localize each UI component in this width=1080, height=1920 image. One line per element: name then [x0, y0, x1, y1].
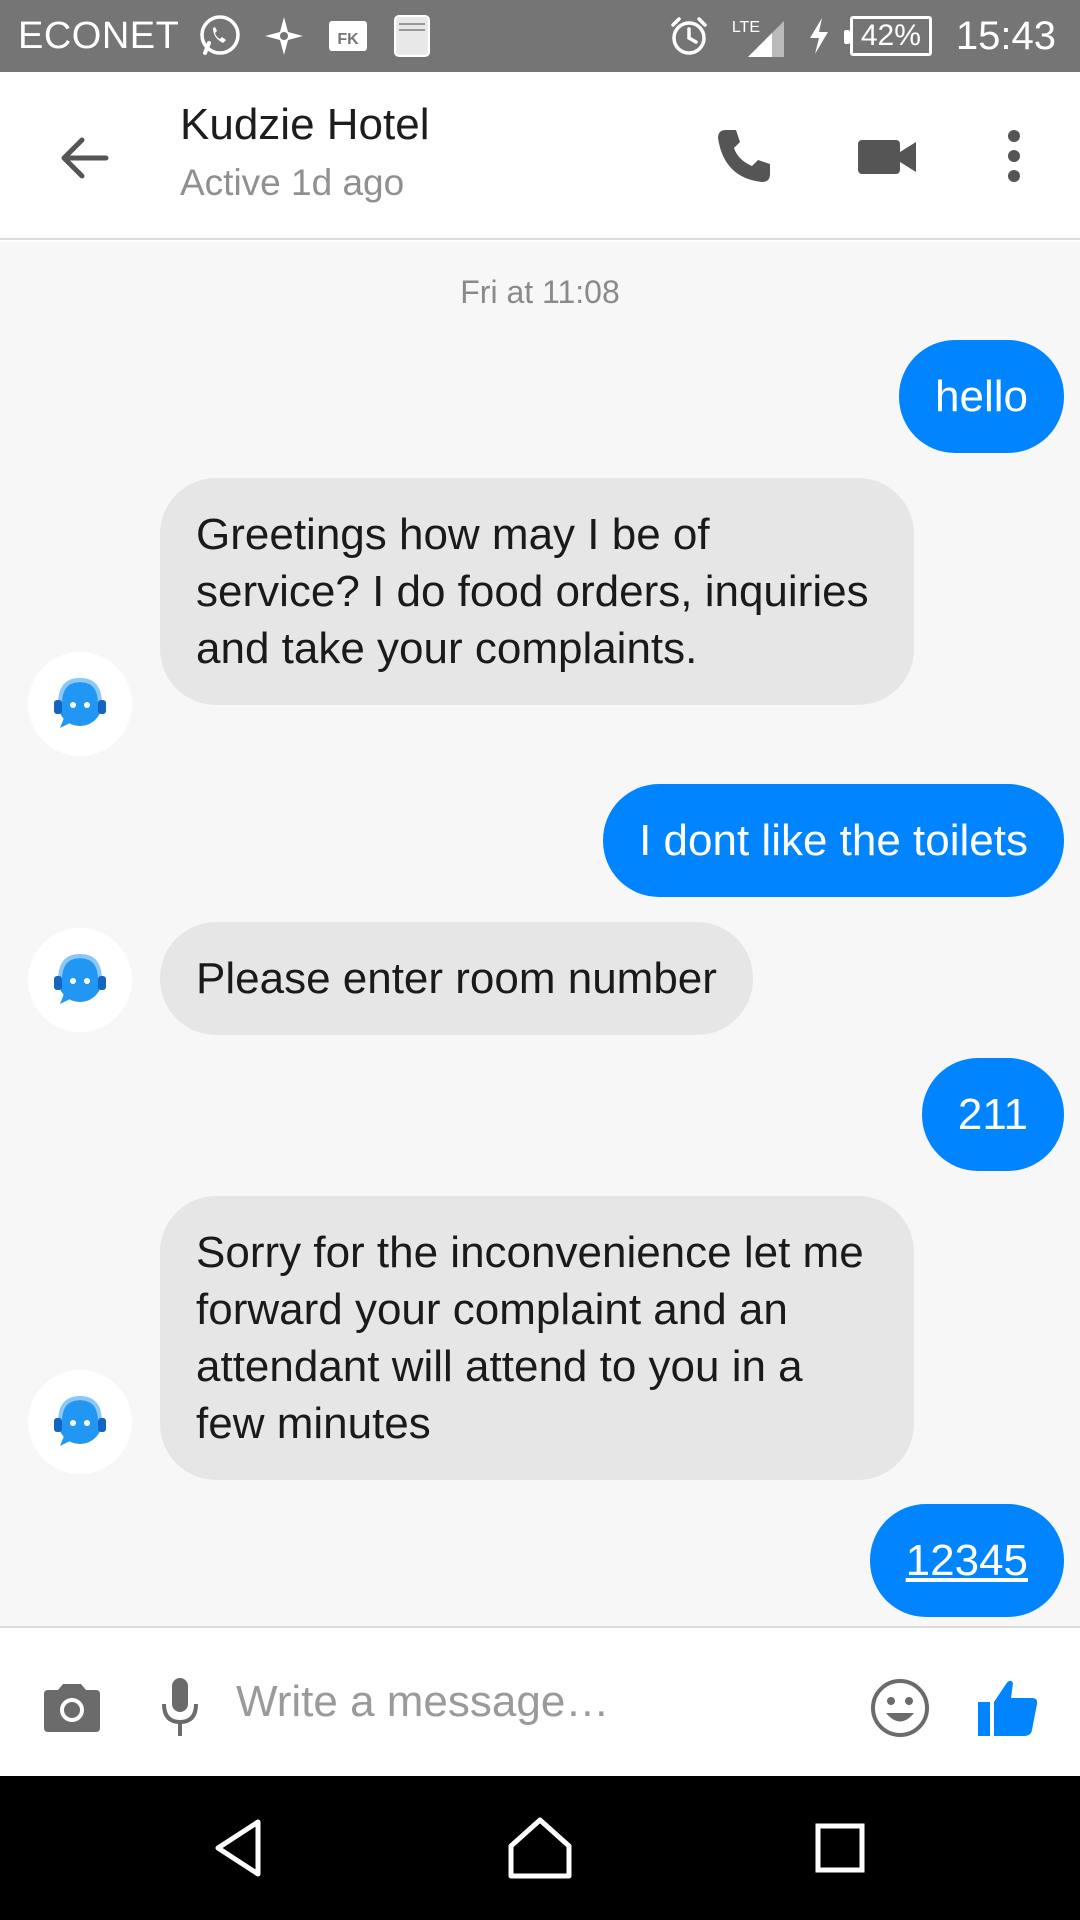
contact-info[interactable]: Kudzie Hotel Active 1d ago: [180, 100, 429, 204]
battery-icon: 42%: [843, 16, 932, 56]
contact-name: Kudzie Hotel: [180, 100, 430, 149]
nav-back-icon: [215, 1819, 261, 1877]
message-timestamp: Fri at 11:08: [460, 274, 620, 310]
headset-bot-icon: [54, 1395, 106, 1446]
outgoing-message[interactable]: I dont like the toilets: [603, 784, 1064, 897]
svg-text:FK: FK: [338, 31, 360, 48]
contact-status: Active 1d ago: [180, 162, 405, 203]
back-arrow-icon: [61, 137, 109, 179]
signal-icon: LTE: [728, 13, 788, 59]
charging-icon: [804, 13, 834, 59]
carrier-name: ECONET: [18, 14, 180, 57]
more-options-button[interactable]: [974, 116, 1054, 196]
bot-avatar[interactable]: [28, 1370, 132, 1474]
message-composer: [0, 1626, 1080, 1776]
nav-home-icon: [508, 1817, 572, 1879]
battery-percent: 42%: [860, 19, 921, 52]
conversation-header: Kudzie Hotel Active 1d ago: [0, 72, 1080, 240]
back-button[interactable]: [48, 122, 120, 194]
outgoing-message[interactable]: 211: [921, 1058, 1064, 1171]
headset-bot-icon: [54, 677, 106, 728]
like-button[interactable]: [968, 1668, 1048, 1748]
incoming-message[interactable]: Sorry for the inconvenience let me forwa…: [160, 1196, 914, 1480]
alarm-icon: [666, 13, 712, 59]
more-vert-icon: [1008, 130, 1020, 182]
bot-avatar[interactable]: [28, 928, 132, 1032]
pinwheel-icon: [261, 13, 307, 59]
call-button[interactable]: [704, 116, 784, 196]
emoji-button[interactable]: [860, 1668, 940, 1748]
thumbs-up-icon: [978, 1680, 1038, 1736]
status-bar: ECONET FK LTE 42% 15:43: [0, 0, 1080, 72]
camera-icon: [44, 1684, 100, 1732]
nav-home-button[interactable]: [500, 1808, 580, 1888]
video-camera-icon: [858, 140, 916, 174]
phone-icon: [718, 130, 770, 182]
bot-avatar[interactable]: [28, 652, 132, 756]
outgoing-message-link[interactable]: 12345: [869, 1504, 1064, 1617]
fk-app-icon: FK: [325, 13, 371, 59]
nav-recents-button[interactable]: [800, 1808, 880, 1888]
whatsapp-icon: [197, 13, 243, 59]
system-nav-bar: [0, 1776, 1080, 1920]
microphone-button[interactable]: [140, 1668, 220, 1748]
nav-back-button[interactable]: [200, 1808, 280, 1888]
camera-button[interactable]: [32, 1668, 112, 1748]
microphone-icon: [162, 1678, 198, 1736]
headset-bot-icon: [54, 953, 106, 1004]
emoji-icon: [871, 1679, 929, 1737]
video-call-button[interactable]: [848, 116, 928, 196]
message-list[interactable]: Fri at 11:08 hello Greetings how may I b…: [0, 242, 1080, 1626]
clock: 15:43: [955, 13, 1056, 58]
message-input[interactable]: [234, 1662, 834, 1742]
incoming-message[interactable]: Greetings how may I be of service? I do …: [160, 478, 914, 705]
nav-recents-icon: [815, 1823, 865, 1873]
incoming-message[interactable]: Please enter room number: [160, 922, 753, 1035]
outgoing-message[interactable]: hello: [899, 340, 1064, 453]
holy-bible-icon: [389, 13, 435, 59]
